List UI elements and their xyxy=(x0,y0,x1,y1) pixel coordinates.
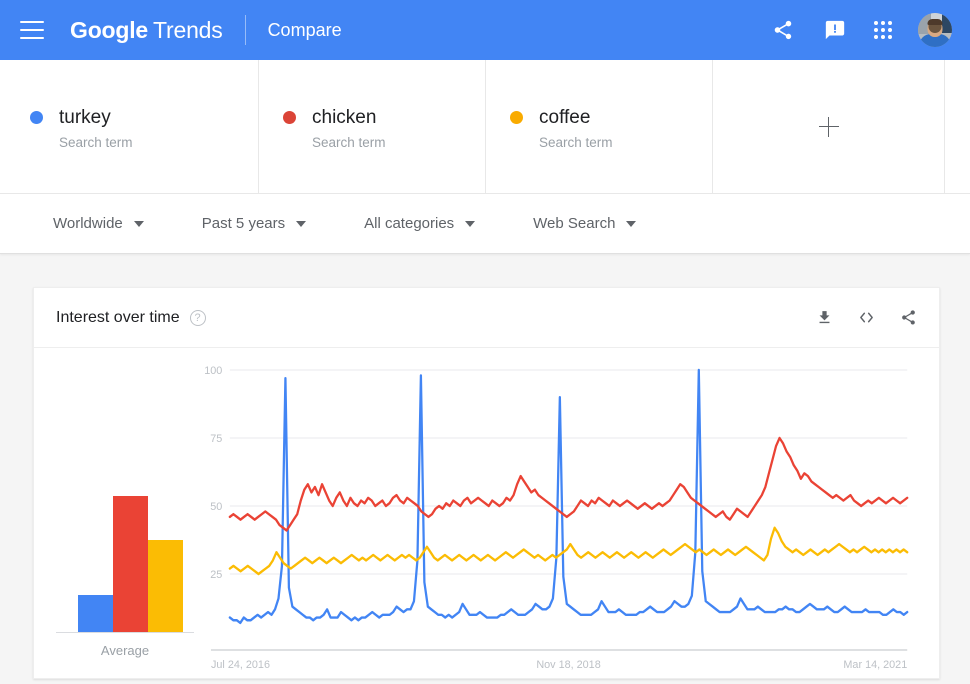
y-axis-tick: 100 xyxy=(204,365,222,377)
hamburger-icon[interactable] xyxy=(20,21,44,39)
term-color-dot xyxy=(30,111,43,124)
help-icon[interactable]: ? xyxy=(189,309,206,326)
search-terms-row: turkey Search term chicken Search term c… xyxy=(0,60,970,194)
time-series-plot[interactable]: 25 50 75 100 Jul 24, 2016 Nov 18, 2018 Mar 14,… xyxy=(194,362,911,678)
term-name: coffee xyxy=(539,107,591,128)
x-axis-tick: Nov 18, 2018 xyxy=(536,659,600,671)
y-axis-tick: 50 xyxy=(210,501,222,513)
apps-dot xyxy=(881,28,885,32)
filter-time-range[interactable]: Past 5 years xyxy=(201,215,307,232)
term-type: Search term xyxy=(312,135,386,150)
average-bar-chart: Average xyxy=(56,406,201,666)
average-axis-line xyxy=(56,632,194,633)
filter-bar: Worldwide Past 5 years All categories We… xyxy=(0,194,970,254)
series-line-turkey xyxy=(228,368,909,625)
hamburger-bar xyxy=(20,37,44,39)
avatar[interactable] xyxy=(918,13,952,47)
hamburger-bar xyxy=(20,29,44,31)
term-color-dot xyxy=(283,111,296,124)
avatar-hair xyxy=(927,19,943,26)
term-header: coffee xyxy=(510,108,712,127)
term-header: turkey xyxy=(30,108,258,127)
filter-time-range-label: Past 5 years xyxy=(201,215,286,232)
plus-icon xyxy=(818,116,839,137)
apps-dot xyxy=(874,35,878,39)
hamburger-bar xyxy=(20,21,44,23)
term-name: chicken xyxy=(312,107,377,128)
average-bar-coffee xyxy=(148,539,183,632)
terms-row-spacer xyxy=(945,60,970,193)
term-name: turkey xyxy=(59,107,111,128)
interest-over-time-card: Interest over time ? Average 25 50 75 10… xyxy=(33,287,940,679)
filter-category-label: All categories xyxy=(364,215,455,232)
share-icon[interactable] xyxy=(770,17,796,43)
chevron-down-icon xyxy=(465,220,476,227)
x-axis-tick: Mar 14, 2021 xyxy=(843,659,907,671)
average-bars xyxy=(78,482,183,632)
filter-location[interactable]: Worldwide xyxy=(53,215,144,232)
term-card-turkey[interactable]: turkey Search term xyxy=(0,60,259,193)
add-term-button[interactable] xyxy=(713,60,945,193)
card-title: Interest over time xyxy=(56,308,180,326)
chart-area: Average 25 50 75 100 Jul 24, 2016 Nov 18, 201… xyxy=(34,348,939,678)
filter-location-label: Worldwide xyxy=(53,215,123,232)
filter-search-type[interactable]: Web Search xyxy=(533,215,637,232)
term-card-coffee[interactable]: coffee Search term xyxy=(486,60,713,193)
apps-dot xyxy=(874,21,878,25)
app-header: Google Trends Compare xyxy=(0,0,970,60)
chevron-down-icon xyxy=(296,220,307,227)
download-icon[interactable] xyxy=(816,309,833,326)
brand-logo[interactable]: Google Trends xyxy=(70,17,223,44)
x-axis-tick: Jul 24, 2016 xyxy=(211,659,270,671)
chevron-down-icon xyxy=(626,220,637,227)
term-color-dot xyxy=(510,111,523,124)
apps-dot xyxy=(881,35,885,39)
filter-category[interactable]: All categories xyxy=(364,215,476,232)
apps-dot xyxy=(888,21,892,25)
average-bar-chicken xyxy=(113,496,148,632)
main-content: Interest over time ? Average 25 50 75 10… xyxy=(0,254,970,679)
avatar-bg-right xyxy=(942,13,952,33)
average-bar-turkey xyxy=(78,594,113,632)
feedback-icon[interactable] xyxy=(822,17,848,43)
term-type: Search term xyxy=(59,135,133,150)
apps-dot xyxy=(881,21,885,25)
brand-google-text: Google xyxy=(70,16,149,43)
apps-dot xyxy=(888,35,892,39)
term-card-chicken[interactable]: chicken Search term xyxy=(259,60,486,193)
series-line-chicken xyxy=(228,436,909,532)
filter-search-type-label: Web Search xyxy=(533,215,616,232)
chevron-down-icon xyxy=(133,220,144,227)
page-title: Compare xyxy=(267,19,342,40)
embed-code-icon[interactable] xyxy=(857,309,876,326)
card-header: Interest over time ? xyxy=(34,288,939,348)
header-divider xyxy=(244,15,246,45)
term-type: Search term xyxy=(539,135,613,150)
series-line-coffee xyxy=(228,526,909,576)
y-axis-tick: 75 xyxy=(210,433,222,445)
card-actions xyxy=(816,309,917,326)
term-header: chicken xyxy=(283,108,485,127)
y-axis-tick: 25 xyxy=(210,569,222,581)
header-actions xyxy=(770,13,952,47)
brand-trends-text: Trends xyxy=(153,16,223,43)
share-icon[interactable] xyxy=(900,309,917,326)
apps-dot xyxy=(874,28,878,32)
apps-dot xyxy=(888,28,892,32)
average-label: Average xyxy=(100,643,150,658)
apps-grid-icon[interactable] xyxy=(874,21,892,39)
